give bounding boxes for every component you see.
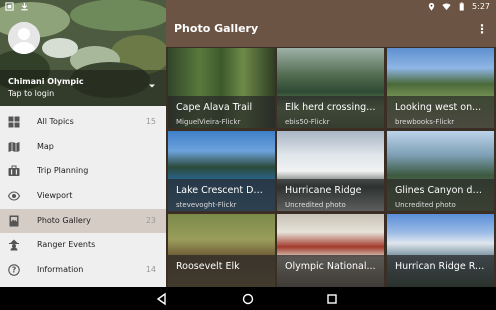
- drawer-item-label: Viewport: [37, 191, 73, 201]
- status-bar: 5:27: [0, 0, 496, 14]
- login-link[interactable]: Tap to login: [8, 89, 54, 98]
- grid-icon: [8, 116, 20, 128]
- photo-title: Looking west on...: [395, 102, 482, 113]
- photo-caption: Roosevelt Elk: [168, 255, 275, 287]
- drawer-item-ranger-events[interactable]: Ranger Events: [0, 233, 166, 258]
- photo-icon: [9, 215, 19, 227]
- ranger-icon: [9, 239, 19, 251]
- photo-caption: Cape Alava Trail MiguelVieira-Flickr: [168, 96, 275, 128]
- svg-text:?: ?: [12, 266, 16, 275]
- photo-title: Roosevelt Elk: [176, 261, 240, 272]
- photo-tile[interactable]: Looking west on... brewbooks-Flickr: [387, 48, 494, 128]
- photo-credit: ebis50-Flickr: [285, 118, 330, 126]
- battery-icon: [459, 2, 464, 11]
- help-icon: ?: [8, 264, 20, 276]
- suitcase-icon: [8, 165, 20, 177]
- back-icon[interactable]: [155, 292, 169, 306]
- location-icon: [428, 2, 435, 11]
- chevron-down-icon[interactable]: [148, 82, 156, 90]
- park-name: Chimani Olympic: [8, 77, 84, 86]
- main-content: Photo Gallery ⋮ Cape Alava Trail MiguelV…: [166, 0, 496, 287]
- page-title: Photo Gallery: [174, 22, 259, 35]
- drawer-item-count: 23: [145, 215, 156, 225]
- drawer-item-count: 15: [145, 117, 156, 126]
- navigation-drawer: Chimani Olympic Tap to login All Topics …: [0, 0, 166, 287]
- photo-credit: brewbooks-Flickr: [395, 118, 455, 126]
- photo-caption: Olympic National...: [277, 255, 384, 287]
- photo-title: Olympic National...: [285, 261, 376, 272]
- drawer-item-trip-planning[interactable]: Trip Planning: [0, 159, 166, 184]
- photo-title: Glines Canyon dam...: [395, 185, 487, 196]
- photo-caption: Elk herd crossing a... ebis50-Flickr: [277, 96, 384, 128]
- drawer-item-photo-gallery[interactable]: Photo Gallery 23: [0, 208, 166, 234]
- screenshot-notification-icon: [5, 2, 14, 11]
- photo-tile[interactable]: Hurrican Ridge Roa...: [387, 214, 494, 287]
- drawer-item-label: Ranger Events: [37, 240, 96, 250]
- drawer-header[interactable]: Chimani Olympic Tap to login: [0, 0, 166, 106]
- home-icon[interactable]: [241, 292, 255, 306]
- recents-icon[interactable]: [325, 292, 339, 306]
- photo-grid: Cape Alava Trail MiguelVieira-Flickr Elk…: [166, 47, 496, 287]
- photo-tile[interactable]: Roosevelt Elk: [168, 214, 275, 287]
- eye-icon: [8, 191, 20, 201]
- photo-credit: MiguelVieira-Flickr: [176, 118, 241, 126]
- photo-tile[interactable]: Elk herd crossing a... ebis50-Flickr: [277, 48, 384, 128]
- photo-tile[interactable]: Glines Canyon dam... Uncredited photo: [387, 131, 494, 211]
- map-icon: [8, 141, 20, 152]
- photo-credit: stevevoght-Flickr: [176, 201, 237, 209]
- overflow-menu-icon[interactable]: ⋮: [476, 22, 488, 36]
- photo-caption: Lake Crescent Dock stevevoght-Flickr: [168, 179, 275, 211]
- drawer-item-all-topics[interactable]: All Topics 15: [0, 110, 166, 135]
- photo-title: Elk herd crossing a...: [285, 102, 377, 113]
- photo-credit: Uncredited photo: [395, 201, 456, 209]
- drawer-item-viewport[interactable]: Viewport: [0, 184, 166, 209]
- photo-tile[interactable]: Cape Alava Trail MiguelVieira-Flickr: [168, 48, 275, 128]
- photo-title: Cape Alava Trail: [176, 102, 253, 113]
- drawer-item-label: All Topics: [37, 117, 74, 126]
- status-time: 5:27: [472, 2, 490, 11]
- avatar[interactable]: [8, 22, 40, 54]
- photo-tile[interactable]: Olympic National...: [277, 214, 384, 287]
- user-avatar-icon: [8, 22, 40, 54]
- photo-tile[interactable]: Hurricane Ridge Uncredited photo: [277, 131, 384, 211]
- drawer-item-label: Photo Gallery: [37, 215, 91, 225]
- drawer-item-count: 14: [145, 265, 156, 275]
- drawer-item-label: Map: [37, 141, 54, 151]
- photo-caption: Looking west on... brewbooks-Flickr: [387, 96, 494, 128]
- wifi-icon: [442, 3, 451, 11]
- drawer-menu: All Topics 15 Map Trip Planning Viewport: [0, 110, 166, 283]
- download-icon: [21, 2, 28, 11]
- drawer-item-label: Information: [37, 265, 84, 275]
- screen: 5:27 Photo Gallery ⋮ Cape Alava Trail Mi…: [0, 0, 496, 310]
- system-nav-bar: [0, 287, 496, 310]
- photo-credit: Uncredited photo: [285, 201, 346, 209]
- photo-caption: Glines Canyon dam... Uncredited photo: [387, 179, 494, 211]
- photo-caption: Hurrican Ridge Roa...: [387, 255, 494, 287]
- photo-title: Lake Crescent Dock: [176, 185, 268, 196]
- drawer-item-label: Trip Planning: [37, 166, 89, 176]
- drawer-item-information[interactable]: ? Information 14: [0, 258, 166, 283]
- photo-caption: Hurricane Ridge Uncredited photo: [277, 179, 384, 211]
- photo-title: Hurricane Ridge: [285, 185, 362, 196]
- drawer-item-map[interactable]: Map: [0, 135, 166, 160]
- photo-tile[interactable]: Lake Crescent Dock stevevoght-Flickr: [168, 131, 275, 211]
- photo-title: Hurrican Ridge Roa...: [395, 261, 487, 272]
